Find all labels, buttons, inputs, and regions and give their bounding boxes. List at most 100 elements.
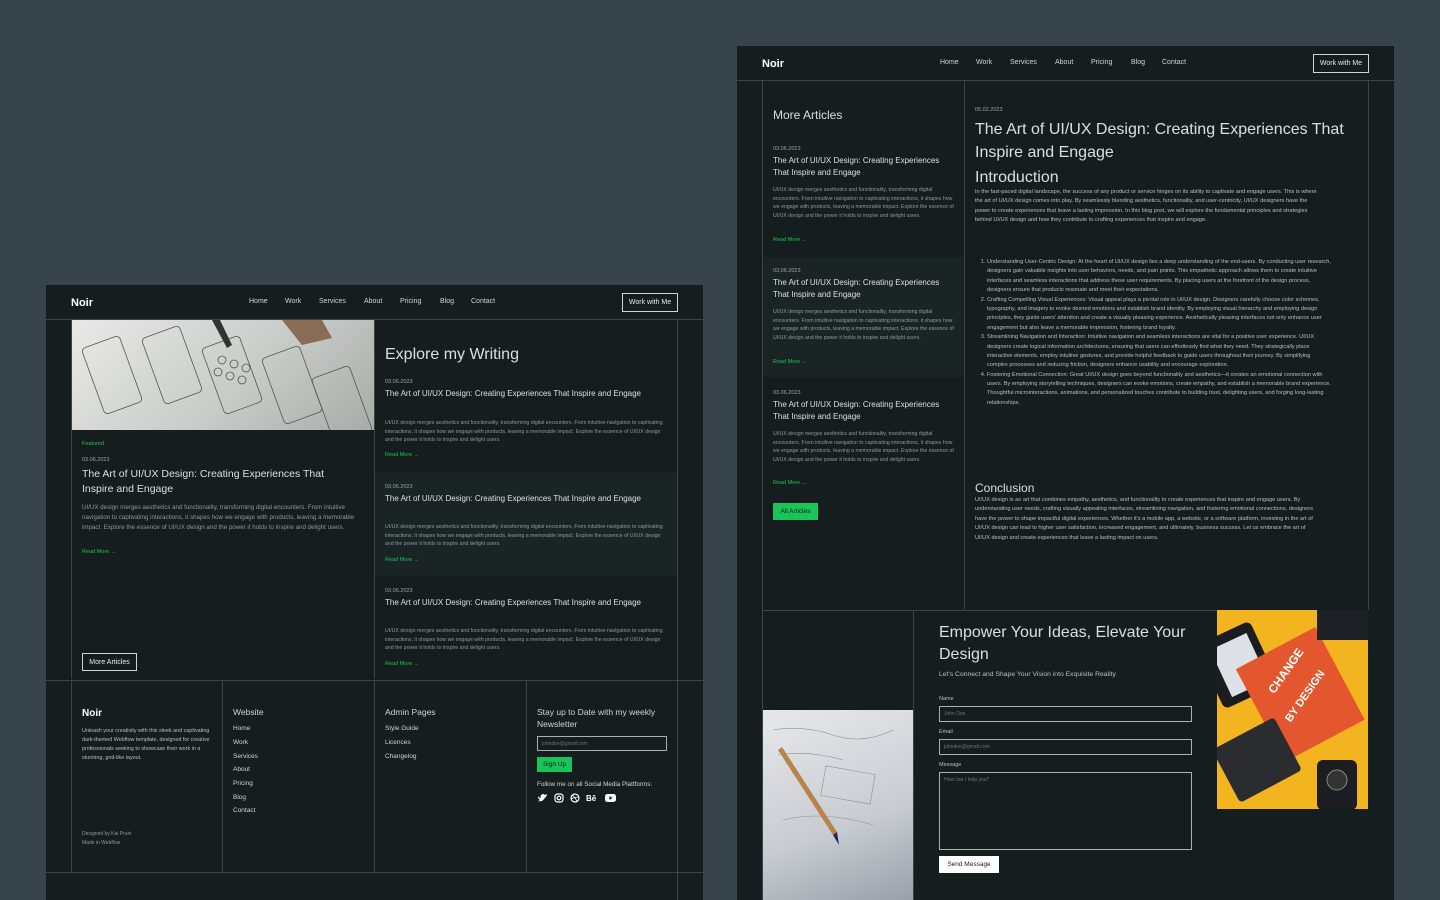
nav-work[interactable]: Work (976, 59, 992, 66)
article-card[interactable]: 03.06.2023 The Art of UI/UX Design: Crea… (375, 472, 677, 576)
article-card[interactable]: 03.06.2023 The Art of UI/UX Design: Crea… (375, 577, 677, 679)
divider (762, 610, 1217, 611)
divider (677, 319, 678, 900)
divider (374, 680, 375, 872)
list-item: Streamlining Navigation and Interaction:… (987, 333, 1332, 371)
divider (46, 872, 703, 873)
footer-link[interactable]: Licences (385, 739, 411, 746)
brand-logo[interactable]: Noir (762, 58, 784, 70)
read-more-link[interactable]: Read More → (773, 237, 807, 243)
article-title[interactable]: The Art of UI/UX Design: Creating Experi… (385, 388, 655, 400)
more-articles-title: More Articles (773, 108, 843, 122)
article-card[interactable]: 03.06.2023 The Art of UI/UX Design: Crea… (763, 257, 964, 377)
list-item: Fostering Emotional Connection: Great UI… (987, 371, 1332, 409)
nav-pricing[interactable]: Pricing (400, 298, 421, 305)
article-excerpt: UI/UX design merges aesthetics and funct… (773, 431, 954, 463)
nav-contact[interactable]: Contact (471, 298, 495, 305)
youtube-icon[interactable] (605, 793, 616, 803)
svg-text:Bē: Bē (586, 794, 597, 803)
list-item: Understanding User-Centric Design: At th… (987, 258, 1332, 296)
article-title[interactable]: The Art of UI/UX Design: Creating Experi… (773, 155, 948, 180)
twitter-icon[interactable] (537, 793, 548, 803)
behance-icon[interactable]: Bē (586, 793, 599, 803)
divider (71, 680, 72, 872)
footer-link[interactable]: Home (233, 725, 250, 732)
divider (526, 680, 527, 872)
nav-home[interactable]: Home (249, 298, 268, 305)
nav-services[interactable]: Services (1010, 59, 1037, 66)
footer-credit: Made in Webflow (82, 840, 121, 846)
divider (964, 80, 965, 610)
brand-logo[interactable]: Noir (71, 297, 93, 309)
work-with-me-button[interactable]: Work with Me (1313, 54, 1369, 73)
intro-paragraph: In the fast-paced digital landscape, the… (975, 189, 1317, 224)
read-more-link[interactable]: Read More → (385, 661, 419, 667)
nav-services[interactable]: Services (319, 298, 346, 305)
change-by-design-image: CHANGE BY DESIGN (1217, 610, 1368, 809)
footer-admin-title: Admin Pages (385, 707, 436, 717)
footer-brand[interactable]: Noir (82, 708, 102, 719)
footer-link[interactable]: Style Guide (385, 725, 419, 732)
nav-work[interactable]: Work (285, 298, 301, 305)
article-card[interactable]: 03.06.2023 The Art of UI/UX Design: Crea… (375, 373, 677, 471)
social-icons: Bē (537, 793, 616, 803)
footer-link[interactable]: Pricing (233, 780, 253, 787)
work-with-me-button[interactable]: Work with Me (622, 293, 678, 312)
top-navbar: Noir Home Work Services About Pricing Bl… (737, 46, 1394, 81)
article-title[interactable]: The Art of UI/UX Design: Creating Experi… (82, 467, 352, 497)
intro-heading: Introduction (975, 169, 1059, 186)
article-title[interactable]: The Art of UI/UX Design: Creating Experi… (385, 597, 655, 609)
footer-link[interactable]: Services (233, 753, 258, 760)
footer-credit: Designed by Kai Pruin (82, 831, 132, 837)
read-more-link[interactable]: Read More → (385, 452, 419, 458)
article-excerpt: UI/UX design merges aesthetics and funct… (385, 628, 663, 652)
notebook-sketch-illustration (772, 728, 894, 845)
footer-link[interactable]: Changelog (385, 753, 416, 760)
nav-blog[interactable]: Blog (440, 298, 454, 305)
article-excerpt: UI/UX design merges aesthetics and funct… (385, 524, 663, 548)
read-more-link[interactable]: Read More → (773, 359, 807, 365)
contact-subtitle: Let's Connect and Shape Your Vision into… (939, 671, 1116, 678)
nav-about[interactable]: About (1055, 59, 1073, 66)
nav-pricing[interactable]: Pricing (1091, 59, 1112, 66)
message-textarea[interactable]: How can I help you? (939, 772, 1192, 850)
article-date: 03.06.2023 (773, 146, 801, 152)
principles-list: Understanding User-Centric Design: At th… (975, 258, 1332, 408)
read-more-link[interactable]: Read More → (385, 557, 419, 563)
article-date: 03.06.2023 (385, 588, 413, 594)
section-title: Explore my Writing (385, 346, 519, 363)
article-title[interactable]: The Art of UI/UX Design: Creating Experi… (385, 493, 655, 505)
article-card[interactable]: 03.06.2023 The Art of UI/UX Design: Crea… (763, 379, 964, 499)
read-more-link[interactable]: Read More → (82, 549, 116, 555)
article-title[interactable]: The Art of UI/UX Design: Creating Experi… (773, 399, 948, 424)
article-excerpt: UI/UX design merges aesthetics and funct… (773, 309, 954, 341)
newsletter-title: Stay up to Date with my weekly Newslette… (537, 707, 656, 729)
email-input[interactable]: johndoe@gmail.com (939, 739, 1192, 755)
nav-about[interactable]: About (364, 298, 382, 305)
read-more-link[interactable]: Read More → (773, 480, 807, 486)
nav-blog[interactable]: Blog (1131, 59, 1145, 66)
conclusion-paragraph: UI/UX design is an art that combines emp… (975, 497, 1314, 541)
more-articles-button[interactable]: More Articles (82, 653, 137, 671)
nav-contact[interactable]: Contact (1162, 59, 1186, 66)
social-label: Follow me on all Social Media Plattforms… (537, 781, 653, 788)
footer-link[interactable]: About (233, 766, 250, 773)
name-input[interactable]: John Doe (939, 706, 1192, 722)
instagram-icon[interactable] (554, 793, 564, 803)
footer-link[interactable]: Contact (233, 807, 255, 814)
all-articles-button[interactable]: All Articles (773, 503, 818, 520)
footer-link[interactable]: Blog (233, 794, 246, 801)
footer-link[interactable]: Work (233, 739, 248, 746)
newsletter-email-input[interactable]: johndoe@gmail.com (537, 736, 667, 751)
article-card[interactable]: 03.06.2023 The Art of UI/UX Design: Crea… (763, 136, 964, 256)
signup-button[interactable]: Sign Up (537, 757, 572, 772)
wireframe-sketch-illustration (81, 320, 373, 430)
home-page-window: Noir Home Work Services About Pricing Bl… (46, 285, 703, 900)
nav-home[interactable]: Home (940, 59, 959, 66)
list-item: Crafting Compelling Visual Experiences: … (987, 296, 1332, 334)
dribbble-icon[interactable] (570, 793, 580, 803)
article-title[interactable]: The Art of UI/UX Design: Creating Experi… (773, 277, 948, 302)
blog-post-window: Noir Home Work Services About Pricing Bl… (737, 46, 1394, 900)
send-message-button[interactable]: Send Message (939, 856, 999, 873)
divider (1368, 80, 1369, 610)
